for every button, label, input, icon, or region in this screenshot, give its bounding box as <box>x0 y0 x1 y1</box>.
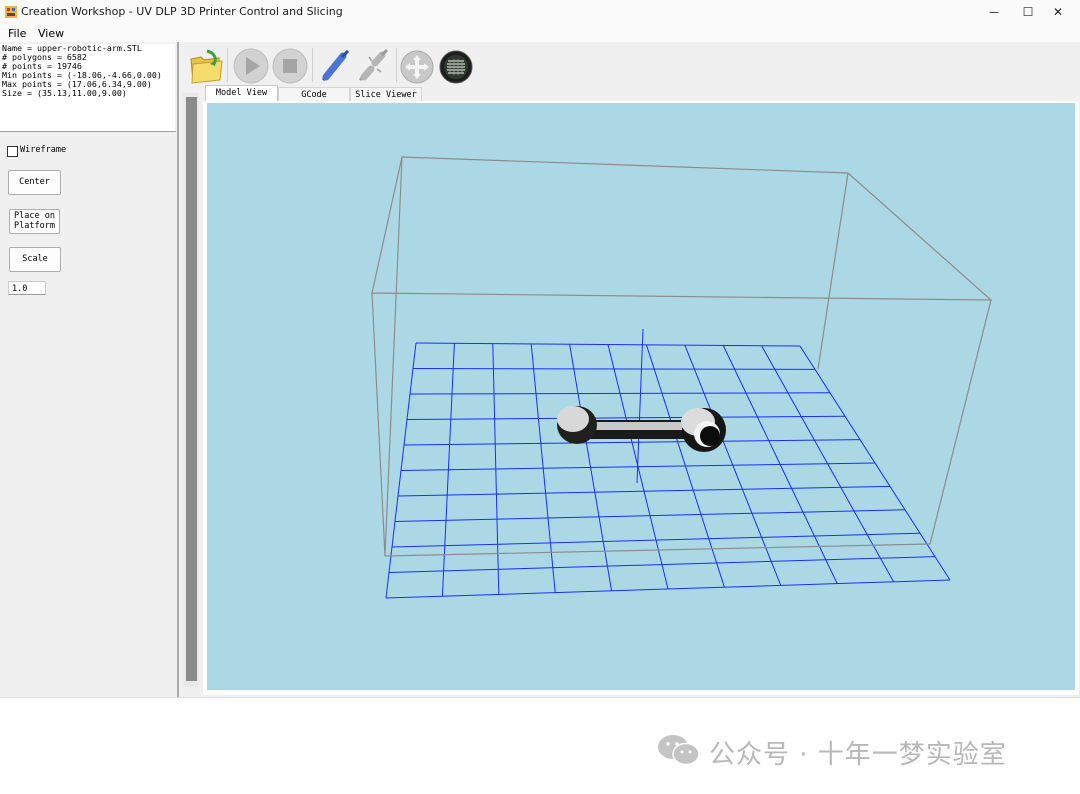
scrollbar-thumb[interactable] <box>186 97 197 681</box>
scale-button-label: Scale <box>22 253 48 264</box>
wechat-icon <box>658 735 700 766</box>
app-icon <box>5 6 17 18</box>
menu-view[interactable]: View <box>38 27 64 40</box>
model-info-box: Name = upper-robotic-arm.STL # polygons … <box>0 43 175 132</box>
minimize-button[interactable]: ─ <box>976 0 1012 24</box>
move-icon[interactable] <box>398 47 436 85</box>
scale-button[interactable]: Scale <box>9 247 61 272</box>
left-panel: Name = upper-robotic-arm.STL # polygons … <box>0 42 177 697</box>
scale-input[interactable]: 1.0 <box>8 281 46 295</box>
watermark-text: 公众号 · 十年一梦实验室 <box>709 740 1007 770</box>
open-folder-icon[interactable] <box>187 47 225 85</box>
center-button[interactable]: Center <box>8 170 61 195</box>
menu-bar: File View <box>0 24 1080 42</box>
build-volume-box <box>371 156 993 557</box>
robotic-arm-model <box>557 328 726 484</box>
connect-icon[interactable] <box>315 47 353 85</box>
model-viewport[interactable] <box>207 103 1075 690</box>
toolbar <box>185 44 1080 86</box>
model-size: Size = (35.13,11.00,9.00) <box>2 88 127 99</box>
center-button-label: Center <box>19 176 50 187</box>
place-button-line2: Platform <box>14 220 55 231</box>
window-title: Creation Workshop - UV DLP 3D Printer Co… <box>21 5 343 18</box>
wireframe-checkbox[interactable] <box>7 146 18 157</box>
toolbar-separator <box>312 48 313 82</box>
slice-icon[interactable] <box>437 47 475 85</box>
toolbar-separator <box>396 48 397 82</box>
stop-icon[interactable] <box>271 47 309 85</box>
scene-canvas <box>371 156 993 599</box>
close-button[interactable]: ✕ <box>1040 0 1076 24</box>
disconnect-icon[interactable] <box>354 47 392 85</box>
play-icon[interactable] <box>232 47 270 85</box>
wireframe-label: Wireframe <box>20 145 67 155</box>
menu-file[interactable]: File <box>8 27 26 40</box>
panel-divider <box>0 131 176 132</box>
toolbar-separator <box>227 48 228 82</box>
place-on-platform-button[interactable]: Place on Platform <box>9 209 60 234</box>
title-bar: Creation Workshop - UV DLP 3D Printer Co… <box>0 0 1080 24</box>
build-platform-grid <box>385 342 951 599</box>
